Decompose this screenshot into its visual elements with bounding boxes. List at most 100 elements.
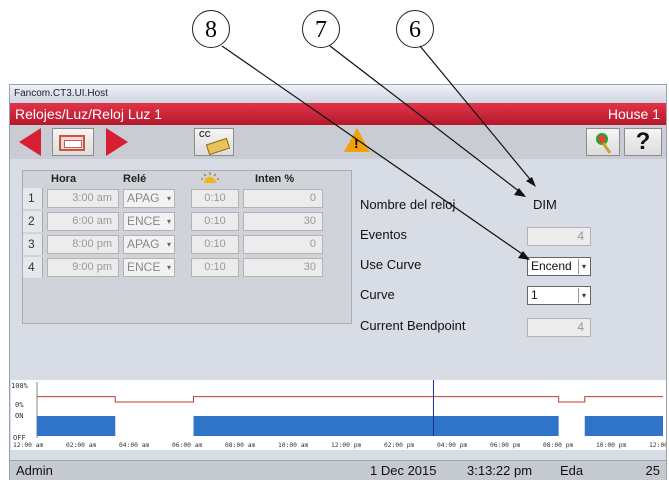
curve-label: Curve bbox=[360, 287, 395, 302]
label-0: 0% bbox=[15, 401, 24, 409]
label-on: ON bbox=[15, 412, 23, 420]
rele-select[interactable]: APAG ▾ bbox=[123, 189, 175, 208]
rele-select[interactable]: ENCE ▾ bbox=[123, 212, 175, 231]
hora-cell[interactable]: 8:00 pm bbox=[47, 235, 119, 254]
lang-label: Eda bbox=[560, 463, 584, 478]
table-row: 3 8:00 pm APAG ▾ 0:10 0 bbox=[23, 234, 351, 256]
col-rele: Relé bbox=[123, 173, 147, 185]
header-bar: Relojes/Luz/Reloj Luz 1 House 1 bbox=[10, 103, 666, 125]
x-tick-label: 02:00 am bbox=[66, 442, 97, 449]
col-inten: Inten % bbox=[255, 173, 295, 185]
nombre-value: DIM bbox=[533, 197, 557, 212]
table-header: Hora Relé Inten % bbox=[23, 171, 351, 187]
overview-button[interactable] bbox=[52, 128, 94, 156]
table-row: 2 6:00 am ENCE ▾ 0:10 30 bbox=[23, 211, 351, 233]
row-number: 1 bbox=[23, 188, 43, 209]
warning-mark: ! bbox=[354, 135, 359, 151]
key-button[interactable] bbox=[586, 128, 620, 156]
bendpoint-field: 4 bbox=[527, 318, 591, 337]
cc-label: CC bbox=[199, 130, 211, 139]
rele-value: ENCE bbox=[127, 260, 161, 274]
table-row: 4 9:00 pm ENCE ▾ 0:10 30 bbox=[23, 257, 351, 279]
x-tick-label: 10:00 pm bbox=[596, 442, 627, 449]
duration-cell[interactable]: 0:10 bbox=[191, 258, 239, 277]
arrow-left-icon bbox=[19, 128, 41, 156]
intensity-line bbox=[37, 396, 663, 403]
toolbar: CC ! ? bbox=[10, 125, 666, 159]
copy-button[interactable]: CC bbox=[194, 128, 234, 156]
copy-icon bbox=[205, 137, 231, 156]
dropdown-icon: ▾ bbox=[166, 194, 171, 203]
rele-value: APAG bbox=[127, 191, 160, 205]
breadcrumb: Relojes/Luz/Reloj Luz 1 bbox=[15, 106, 163, 122]
duration-cell[interactable]: 0:10 bbox=[191, 189, 239, 208]
x-tick-label: 10:00 am bbox=[278, 442, 309, 449]
app-window: Fancom.CT3.UI.Host Relojes/Luz/Reloj Luz… bbox=[9, 84, 667, 480]
user-label: Admin bbox=[16, 463, 53, 478]
duration-cell[interactable]: 0:10 bbox=[191, 235, 239, 254]
intensity-cell[interactable]: 30 bbox=[243, 212, 323, 231]
eventos-field: 4 bbox=[527, 227, 591, 246]
bendpoint-label: Current Bendpoint bbox=[360, 318, 466, 333]
house-label: House 1 bbox=[607, 106, 660, 122]
events-table: Hora Relé Inten % 1 3:00 am APAG ▾ 0:10 0… bbox=[22, 170, 352, 324]
x-tick-label: 02:00 pm bbox=[384, 442, 415, 449]
next-button[interactable] bbox=[100, 128, 134, 156]
date-label: 1 Dec 2015 bbox=[370, 463, 437, 478]
x-tick-label: 08:00 pm bbox=[543, 442, 574, 449]
dropdown-icon: ▾ bbox=[166, 240, 171, 249]
status-bar: Admin 1 Dec 2015 3:13:22 pm Eda 25 bbox=[10, 460, 666, 480]
col-hora: Hora bbox=[51, 173, 77, 185]
alarm-button[interactable]: ! bbox=[344, 128, 374, 156]
x-tick-label: 04:00 am bbox=[119, 442, 150, 449]
schedule-chart: 100% 0% ON OFF 12:00 am 02:00 am 04:00 am 0… bbox=[11, 380, 666, 449]
hora-cell[interactable]: 6:00 am bbox=[47, 212, 119, 231]
table-row: 1 3:00 am APAG ▾ 0:10 0 bbox=[23, 188, 351, 210]
label-100: 100% bbox=[11, 382, 29, 390]
sun-icon bbox=[201, 172, 219, 184]
key-shaft bbox=[601, 142, 612, 154]
x-tick-label: 06:00 am bbox=[172, 442, 203, 449]
curve-value: 1 bbox=[531, 288, 538, 302]
rele-select[interactable]: ENCE ▾ bbox=[123, 258, 175, 277]
dropdown-icon: ▾ bbox=[166, 263, 171, 272]
use-curve-value: Encend bbox=[531, 259, 572, 273]
nombre-label: Nombre del reloj bbox=[360, 197, 456, 212]
x-tick-label: 12:00 pm bbox=[331, 442, 362, 449]
row-number: 2 bbox=[23, 211, 43, 232]
callout-6: 6 bbox=[396, 10, 434, 48]
window-titlebar: Fancom.CT3.UI.Host bbox=[10, 85, 666, 103]
status-number: 25 bbox=[645, 463, 660, 478]
chevron-down-icon: ▾ bbox=[578, 288, 589, 303]
hora-cell[interactable]: 9:00 pm bbox=[47, 258, 119, 277]
on-bar bbox=[37, 416, 116, 436]
arrow-right-icon bbox=[106, 128, 128, 156]
dropdown-icon: ▾ bbox=[166, 217, 171, 226]
on-bar bbox=[193, 416, 559, 436]
x-tick-label: 06:00 pm bbox=[490, 442, 521, 449]
x-tick-label: 08:00 am bbox=[225, 442, 256, 449]
intensity-cell[interactable]: 0 bbox=[243, 189, 323, 208]
rele-select[interactable]: APAG ▾ bbox=[123, 235, 175, 254]
on-bar bbox=[584, 416, 663, 436]
prev-button[interactable] bbox=[13, 128, 47, 156]
x-tick-label: 12:00 am bbox=[13, 442, 44, 449]
callout-8: 8 bbox=[192, 10, 230, 48]
hora-cell[interactable]: 3:00 am bbox=[47, 189, 119, 208]
chevron-down-icon: ▾ bbox=[578, 259, 589, 274]
label-off: OFF bbox=[13, 434, 26, 442]
x-tick-label: 04:00 pm bbox=[437, 442, 468, 449]
eventos-label: Eventos bbox=[360, 227, 407, 242]
time-label: 3:13:22 pm bbox=[467, 463, 533, 478]
light-schedule-graph: 100% 0% ON OFF 12:00 am 02:00 am 04:00 am 0… bbox=[11, 380, 666, 450]
curve-select[interactable]: 1 ▾ bbox=[527, 286, 591, 305]
use-curve-label: Use Curve bbox=[360, 257, 422, 272]
row-number: 3 bbox=[23, 234, 43, 255]
use-curve-select[interactable]: Encend ▾ bbox=[527, 257, 591, 276]
intensity-cell[interactable]: 0 bbox=[243, 235, 323, 254]
rele-value: APAG bbox=[127, 237, 160, 251]
intensity-cell[interactable]: 30 bbox=[243, 258, 323, 277]
calendar-icon bbox=[59, 135, 85, 151]
duration-cell[interactable]: 0:10 bbox=[191, 212, 239, 231]
help-button[interactable]: ? bbox=[624, 128, 662, 156]
